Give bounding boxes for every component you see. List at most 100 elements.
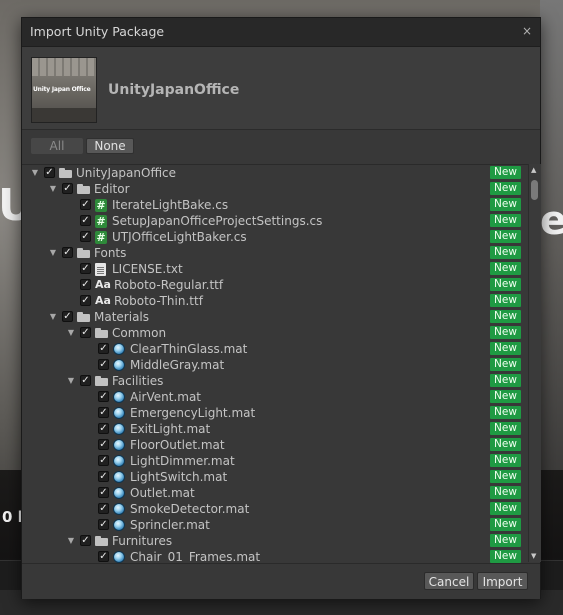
- tree-file-row[interactable]: ✓ ClearThinGlass.mat New: [22, 341, 528, 357]
- item-label: Outlet.mat: [130, 486, 195, 500]
- tree-file-row[interactable]: ✓ # UTJOfficeLightBaker.cs New: [22, 229, 528, 245]
- import-button[interactable]: Import: [477, 572, 528, 590]
- tree-file-row[interactable]: ✓ SmokeDetector.mat New: [22, 501, 528, 517]
- item-checkbox[interactable]: ✓: [80, 327, 91, 338]
- select-none-button[interactable]: None: [86, 138, 134, 154]
- item-label: AirVent.mat: [130, 390, 202, 404]
- item-checkbox[interactable]: ✓: [98, 519, 109, 530]
- item-checkbox[interactable]: ✓: [98, 391, 109, 402]
- item-checkbox[interactable]: ✓: [62, 183, 73, 194]
- new-badge: New: [490, 326, 521, 339]
- item-checkbox[interactable]: ✓: [98, 439, 109, 450]
- expand-arrow-icon[interactable]: ▼: [48, 248, 58, 258]
- tree-folder-row[interactable]: ▼ ✓ Fonts New: [22, 245, 528, 261]
- item-label: Furnitures: [112, 534, 173, 548]
- new-badge: New: [490, 438, 521, 451]
- cancel-button[interactable]: Cancel: [424, 572, 474, 590]
- tree-folder-row[interactable]: ▼ ✓ Materials New: [22, 309, 528, 325]
- folder-icon: [77, 248, 90, 258]
- item-label: LightDimmer.mat: [130, 454, 235, 468]
- new-badge: New: [490, 342, 521, 355]
- item-checkbox[interactable]: ✓: [98, 359, 109, 370]
- tree-file-row[interactable]: ✓ LightDimmer.mat New: [22, 453, 528, 469]
- new-badge: New: [490, 486, 521, 499]
- tree-file-row[interactable]: ✓ AirVent.mat New: [22, 389, 528, 405]
- item-checkbox[interactable]: ✓: [62, 311, 73, 322]
- tree-file-row[interactable]: ✓ LightSwitch.mat New: [22, 469, 528, 485]
- tree-scrollbar[interactable]: ▲ ▼: [528, 164, 541, 562]
- item-checkbox[interactable]: ✓: [98, 487, 109, 498]
- item-checkbox[interactable]: ✓: [44, 167, 55, 178]
- close-icon[interactable]: ×: [520, 23, 534, 39]
- tree-folder-row[interactable]: ▼ ✓ Common New: [22, 325, 528, 341]
- item-checkbox[interactable]: ✓: [80, 215, 91, 226]
- tree-file-row[interactable]: ✓ MiddleGray.mat New: [22, 357, 528, 373]
- material-icon: [113, 519, 125, 531]
- item-label: ExitLight.mat: [130, 422, 211, 436]
- material-icon: [113, 359, 125, 371]
- select-all-button[interactable]: All: [31, 138, 83, 154]
- material-icon: [113, 343, 125, 355]
- expand-arrow-icon[interactable]: ▼: [66, 536, 76, 546]
- scrollbar-thumb[interactable]: [531, 180, 538, 200]
- item-checkbox[interactable]: ✓: [98, 407, 109, 418]
- dialog-title: Import Unity Package: [30, 24, 165, 39]
- new-badge: New: [490, 358, 521, 371]
- folder-icon: [77, 184, 90, 194]
- item-label: UnityJapanOffice: [76, 166, 177, 180]
- item-checkbox[interactable]: ✓: [62, 247, 73, 258]
- tree-file-row[interactable]: ✓ EmergencyLight.mat New: [22, 405, 528, 421]
- expand-arrow-icon[interactable]: ▼: [66, 328, 76, 338]
- tree-file-row[interactable]: ✓ ExitLight.mat New: [22, 421, 528, 437]
- background-small-text-left: 0 l: [2, 508, 23, 526]
- material-icon: [113, 423, 125, 435]
- package-name: UnityJapanOffice: [108, 82, 240, 98]
- item-label: Roboto-Regular.ttf: [114, 278, 224, 292]
- item-label: IterateLightBake.cs: [112, 198, 229, 212]
- item-label: Fonts: [94, 246, 127, 260]
- tree-file-row[interactable]: ✓ Aa Roboto-Regular.ttf New: [22, 277, 528, 293]
- font-file-icon: Aa: [95, 278, 111, 291]
- item-label: SetupJapanOfficeProjectSettings.cs: [112, 214, 323, 228]
- tree-file-row[interactable]: ✓ # SetupJapanOfficeProjectSettings.cs New: [22, 213, 528, 229]
- new-badge: New: [490, 182, 521, 195]
- csharp-script-icon: #: [95, 199, 107, 212]
- item-checkbox[interactable]: ✓: [80, 375, 91, 386]
- item-checkbox[interactable]: ✓: [80, 199, 91, 210]
- tree-folder-row[interactable]: ▼ ✓ Furnitures New: [22, 533, 528, 549]
- item-label: Chair_01_Frames.mat: [130, 550, 261, 563]
- tree-file-row[interactable]: ✓ LICENSE.txt New: [22, 261, 528, 277]
- item-checkbox[interactable]: ✓: [80, 535, 91, 546]
- item-label: LICENSE.txt: [112, 262, 183, 276]
- item-checkbox[interactable]: ✓: [80, 231, 91, 242]
- item-checkbox[interactable]: ✓: [80, 295, 91, 306]
- new-badge: New: [490, 246, 521, 259]
- item-checkbox[interactable]: ✓: [98, 551, 109, 562]
- dialog-titlebar[interactable]: Import Unity Package ×: [22, 18, 540, 47]
- item-checkbox[interactable]: ✓: [80, 263, 91, 274]
- tree-folder-row[interactable]: ▼ ✓ Facilities New: [22, 373, 528, 389]
- tree-file-row[interactable]: ✓ # IterateLightBake.cs New: [22, 197, 528, 213]
- tree-folder-row[interactable]: ▼ ✓ Editor New: [22, 181, 528, 197]
- new-badge: New: [490, 422, 521, 435]
- item-checkbox[interactable]: ✓: [98, 503, 109, 514]
- item-checkbox[interactable]: ✓: [98, 455, 109, 466]
- expand-arrow-icon[interactable]: ▼: [48, 184, 58, 194]
- scroll-down-arrow-icon[interactable]: ▼: [531, 552, 536, 560]
- scroll-up-arrow-icon[interactable]: ▲: [531, 166, 536, 174]
- item-checkbox[interactable]: ✓: [98, 343, 109, 354]
- expand-arrow-icon[interactable]: ▼: [48, 312, 58, 322]
- tree-file-row[interactable]: ✓ Aa Roboto-Thin.ttf New: [22, 293, 528, 309]
- expand-arrow-icon[interactable]: ▼: [30, 168, 40, 178]
- item-checkbox[interactable]: ✓: [98, 471, 109, 482]
- item-checkbox[interactable]: ✓: [98, 423, 109, 434]
- tree-file-row[interactable]: ✓ Sprincler.mat New: [22, 517, 528, 533]
- expand-arrow-icon[interactable]: ▼: [66, 376, 76, 386]
- tree-file-row[interactable]: ✓ Outlet.mat New: [22, 485, 528, 501]
- tree-file-row[interactable]: ✓ Chair_01_Frames.mat New: [22, 549, 528, 563]
- tree-folder-row[interactable]: ▼ ✓ UnityJapanOffice New: [22, 165, 528, 181]
- item-label: LightSwitch.mat: [130, 470, 228, 484]
- tree-file-row[interactable]: ✓ FloorOutlet.mat New: [22, 437, 528, 453]
- item-checkbox[interactable]: ✓: [80, 279, 91, 290]
- material-icon: [113, 471, 125, 483]
